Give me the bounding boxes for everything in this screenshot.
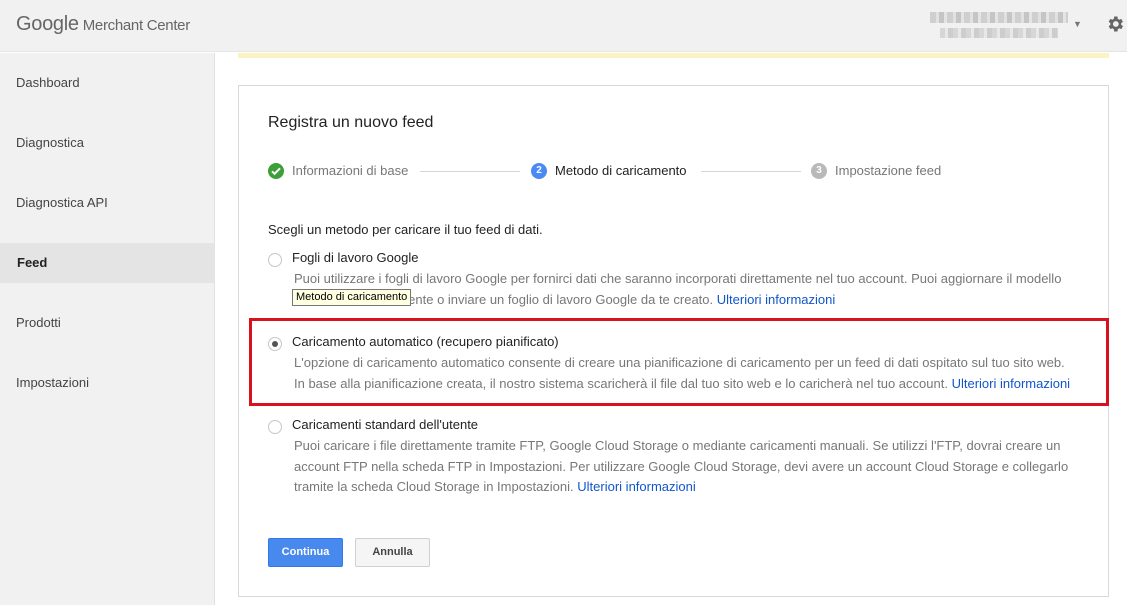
top-header: Google Merchant Center ▼ bbox=[0, 0, 1127, 52]
tooltip: Metodo di caricamento bbox=[292, 289, 412, 306]
cancel-button[interactable]: Annulla bbox=[355, 538, 430, 567]
sidebar-item-diagnostica[interactable]: Diagnostica bbox=[0, 123, 215, 163]
sidebar-nav: Dashboard Diagnostica Diagnostica API Fe… bbox=[0, 53, 215, 605]
option-title[interactable]: Caricamenti standard dell'utente bbox=[292, 417, 478, 432]
desc-line: tramite la scheda Cloud Storage in Impos… bbox=[294, 479, 574, 494]
account-name-redacted bbox=[930, 12, 1068, 23]
option-description: Puoi utilizzare i fogli di lavoro Google… bbox=[294, 269, 1084, 310]
learn-more-link[interactable]: Ulteriori informazioni bbox=[717, 292, 835, 307]
option-title[interactable]: Fogli di lavoro Google bbox=[292, 250, 418, 265]
merchant-center-logo[interactable]: Google Merchant Center bbox=[16, 13, 190, 36]
option-description: Puoi caricare i file direttamente tramit… bbox=[294, 436, 1084, 498]
sidebar-item-feed[interactable]: Feed bbox=[0, 243, 215, 283]
sidebar-item-prodotti[interactable]: Prodotti bbox=[0, 303, 215, 343]
desc-line: account FTP nella scheda FTP in Impostaz… bbox=[294, 458, 1069, 474]
step-connector bbox=[701, 171, 801, 172]
account-id-redacted bbox=[940, 28, 1058, 38]
highlight-annotation-box bbox=[249, 318, 1109, 406]
step-label: Informazioni di base bbox=[292, 163, 409, 178]
sidebar-item-impostazioni[interactable]: Impostazioni bbox=[0, 363, 215, 403]
step-number-badge: 3 bbox=[811, 163, 827, 179]
step-label: Metodo di caricamento bbox=[555, 163, 687, 178]
page-title: Registra un nuovo feed bbox=[268, 114, 434, 131]
gear-icon[interactable] bbox=[1105, 14, 1127, 36]
radio-standard-upload[interactable] bbox=[268, 420, 282, 434]
check-icon bbox=[268, 163, 284, 179]
step-connector bbox=[420, 171, 520, 172]
desc-line: Puoi utilizzare i fogli di lavoro Google… bbox=[294, 271, 1062, 286]
method-prompt: Scegli un metodo per caricare il tuo fee… bbox=[268, 222, 543, 237]
learn-more-link[interactable]: Ulteriori informazioni bbox=[577, 479, 695, 494]
continue-button[interactable]: Continua bbox=[268, 538, 343, 567]
step-label: Impostazione feed bbox=[835, 163, 942, 178]
notice-banner bbox=[238, 53, 1109, 58]
caret-down-icon: ▼ bbox=[1073, 19, 1082, 29]
step-number-badge: 2 bbox=[531, 163, 547, 179]
desc-line: Puoi caricare i file direttamente tramit… bbox=[294, 438, 1061, 453]
logo-google-text: Google bbox=[16, 13, 79, 35]
radio-google-sheets[interactable] bbox=[268, 253, 282, 267]
logo-product-text: Merchant Center bbox=[82, 17, 191, 34]
sidebar-item-dashboard[interactable]: Dashboard bbox=[0, 63, 215, 103]
sidebar-item-diagnostica-api[interactable]: Diagnostica API bbox=[0, 183, 215, 223]
account-switcher[interactable]: ▼ bbox=[930, 10, 1082, 42]
